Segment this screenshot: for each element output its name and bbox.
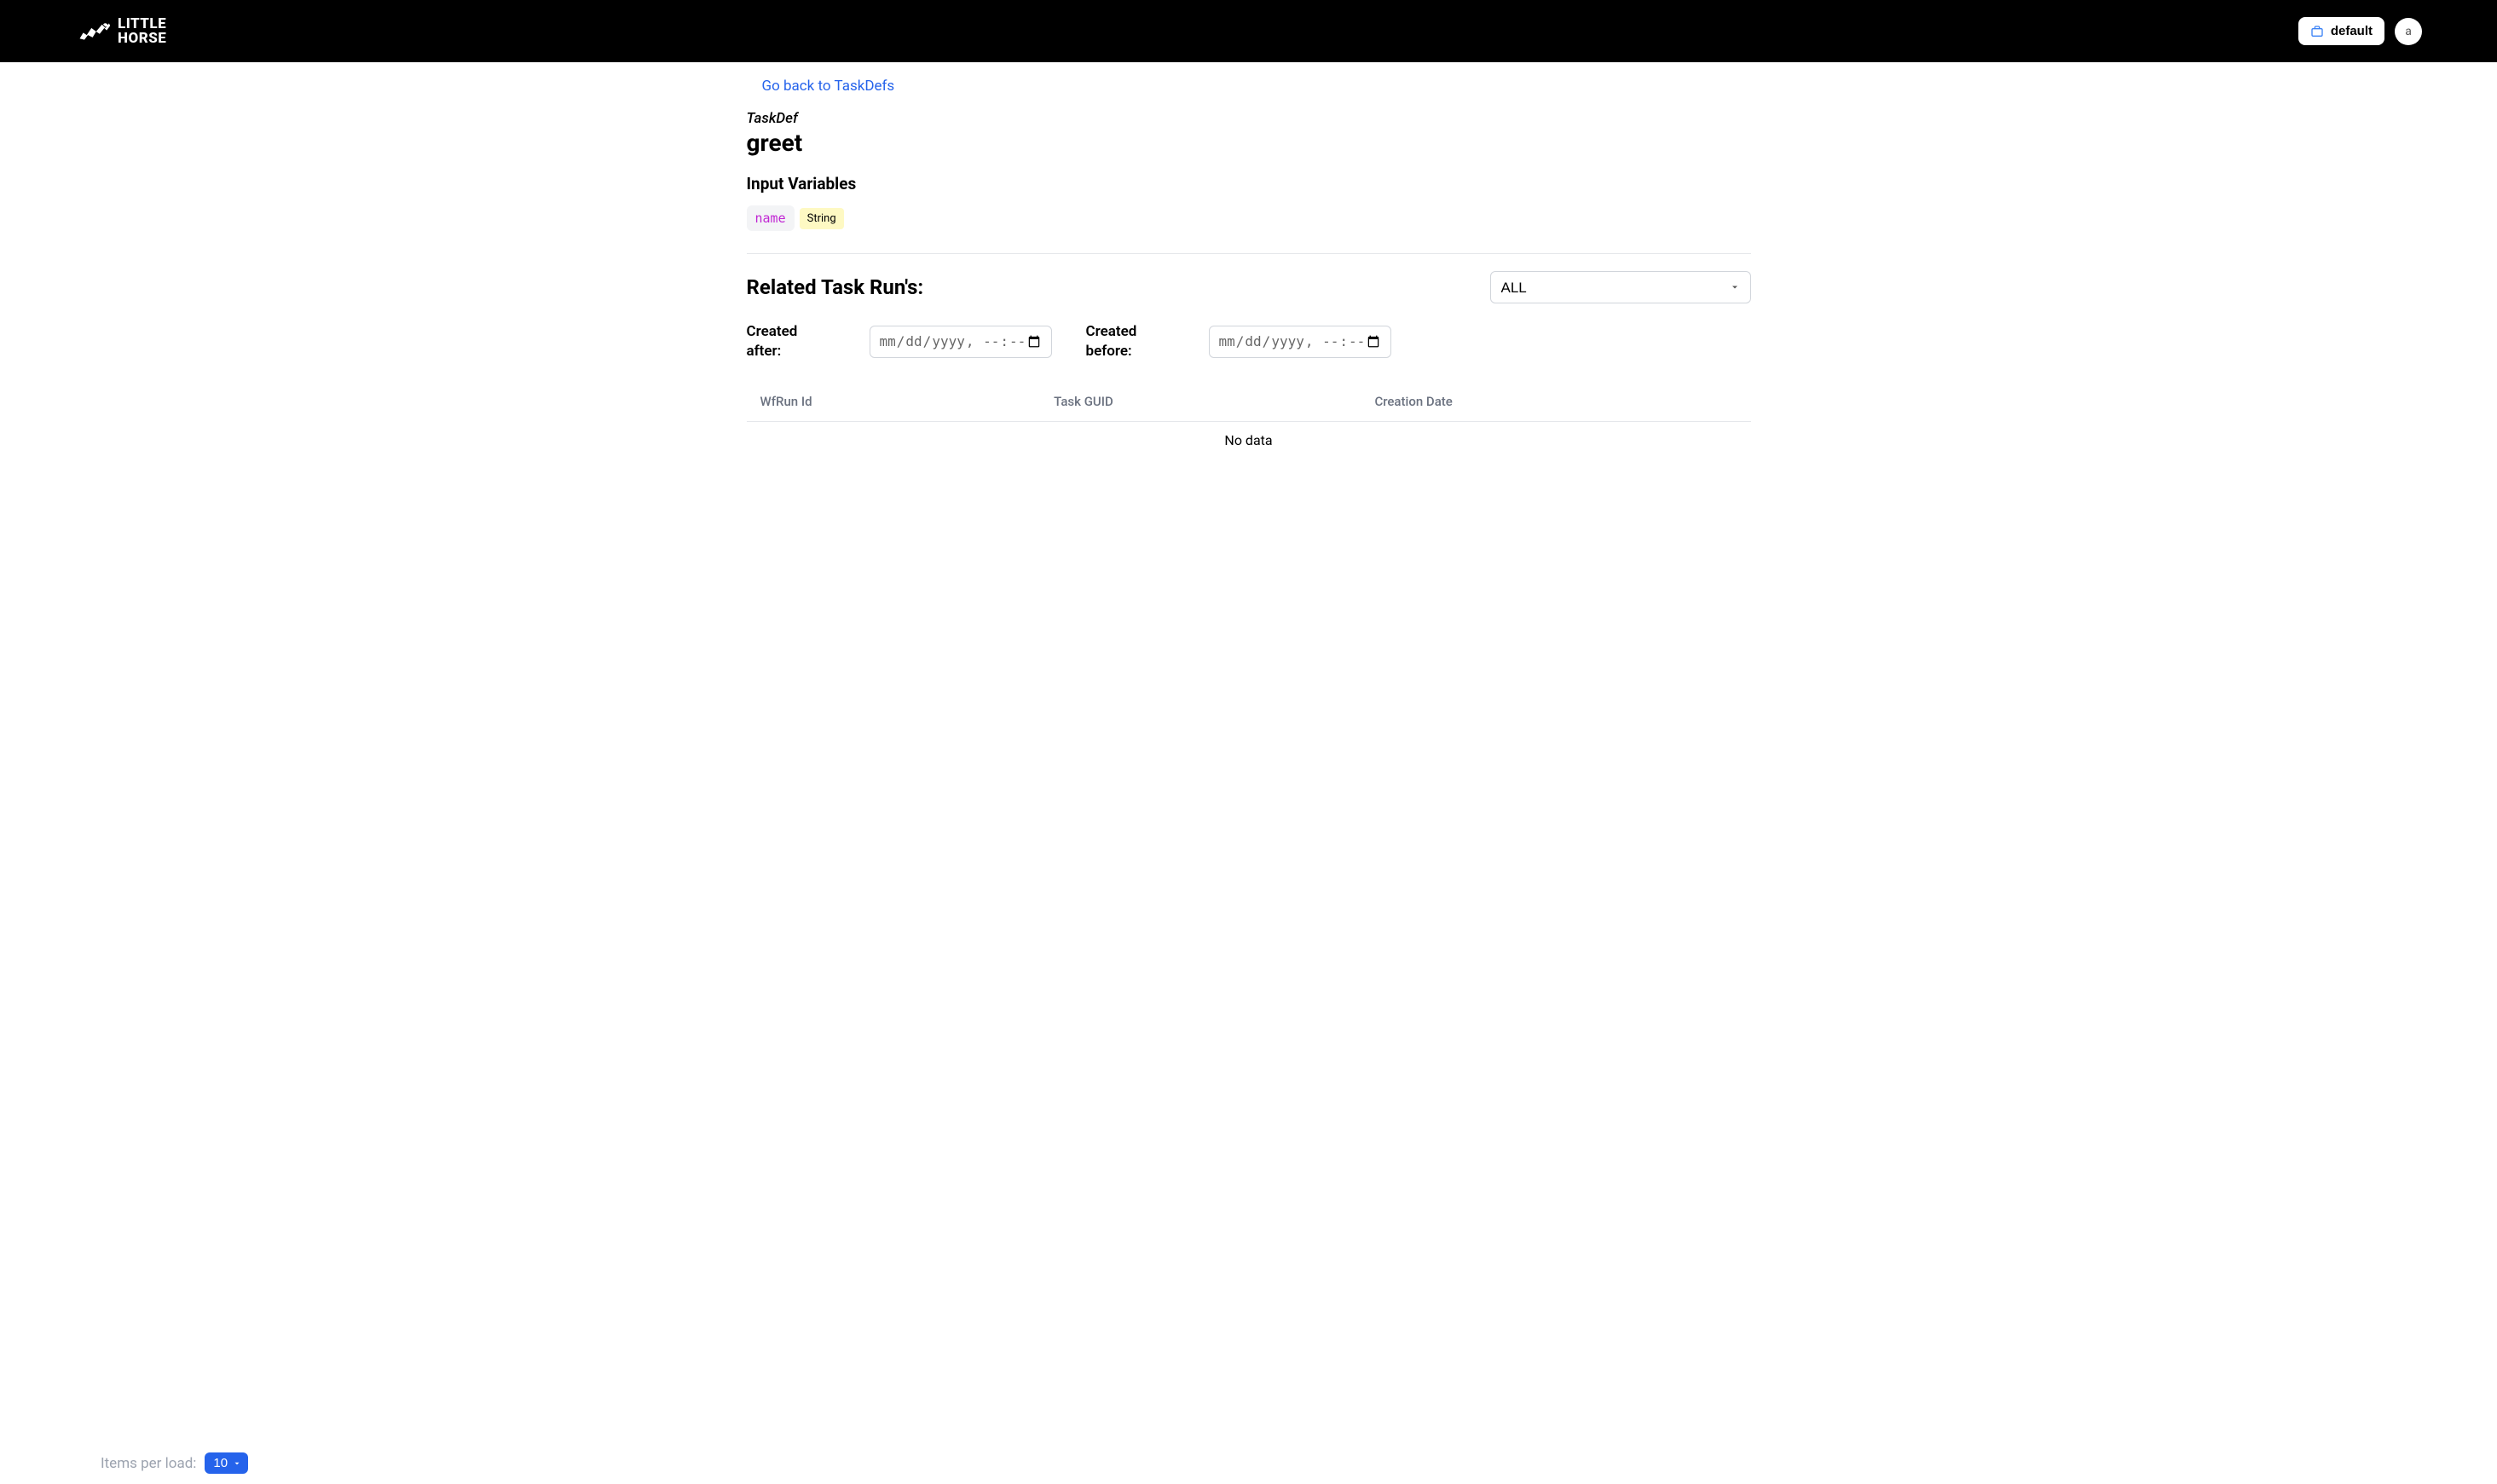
table-header-row: WfRun Id Task GUID Creation Date	[747, 382, 1751, 422]
horse-icon	[75, 19, 113, 44]
divider	[747, 253, 1751, 254]
input-vars-heading: Input Variables	[747, 174, 1751, 193]
status-filter-select[interactable]: ALL	[1490, 271, 1751, 303]
tenant-button[interactable]: default	[2298, 17, 2384, 45]
logo-text: LITTLE HORSE	[118, 17, 166, 44]
created-before-input[interactable]	[1209, 326, 1391, 358]
header-right: default a	[2298, 17, 2422, 45]
created-before-label: Created before:	[1086, 322, 1163, 361]
app-header: LITTLE HORSE default a	[0, 0, 2497, 62]
pagination-footer: Items per load: 10	[0, 1442, 2497, 1484]
briefcase-icon	[2310, 25, 2324, 38]
items-per-load-label: Items per load:	[101, 1455, 196, 1472]
created-after-input[interactable]	[870, 326, 1052, 358]
created-after-label: Created after:	[747, 322, 824, 361]
col-creation-date: Creation Date	[1361, 382, 1750, 422]
back-link[interactable]: Go back to TaskDefs	[762, 78, 895, 95]
avatar[interactable]: a	[2395, 18, 2422, 45]
col-wfrun-id: WfRun Id	[747, 382, 1041, 422]
items-per-load-select[interactable]: 10	[205, 1452, 248, 1474]
no-data-message: No data	[747, 421, 1751, 459]
page-subtitle: TaskDef	[747, 110, 1751, 127]
var-type-badge: String	[800, 208, 844, 229]
created-after-group: Created after:	[747, 322, 1052, 361]
var-name-badge: name	[747, 205, 795, 231]
related-heading: Related Task Run's:	[747, 275, 924, 299]
date-filters: Created after: Created before:	[747, 322, 1751, 361]
created-before-group: Created before:	[1086, 322, 1391, 361]
col-task-guid: Task GUID	[1040, 382, 1361, 422]
input-vars-list: name String	[747, 205, 1751, 231]
table-row: No data	[747, 421, 1751, 459]
related-header-row: Related Task Run's: ALL	[747, 271, 1751, 303]
avatar-initial: a	[2405, 25, 2412, 38]
page-title: greet	[747, 129, 1751, 157]
main-content: Go back to TaskDefs TaskDef greet Input …	[696, 62, 1802, 476]
tenant-label: default	[2331, 24, 2373, 38]
logo[interactable]: LITTLE HORSE	[75, 17, 166, 44]
task-runs-table: WfRun Id Task GUID Creation Date No data	[747, 382, 1751, 459]
